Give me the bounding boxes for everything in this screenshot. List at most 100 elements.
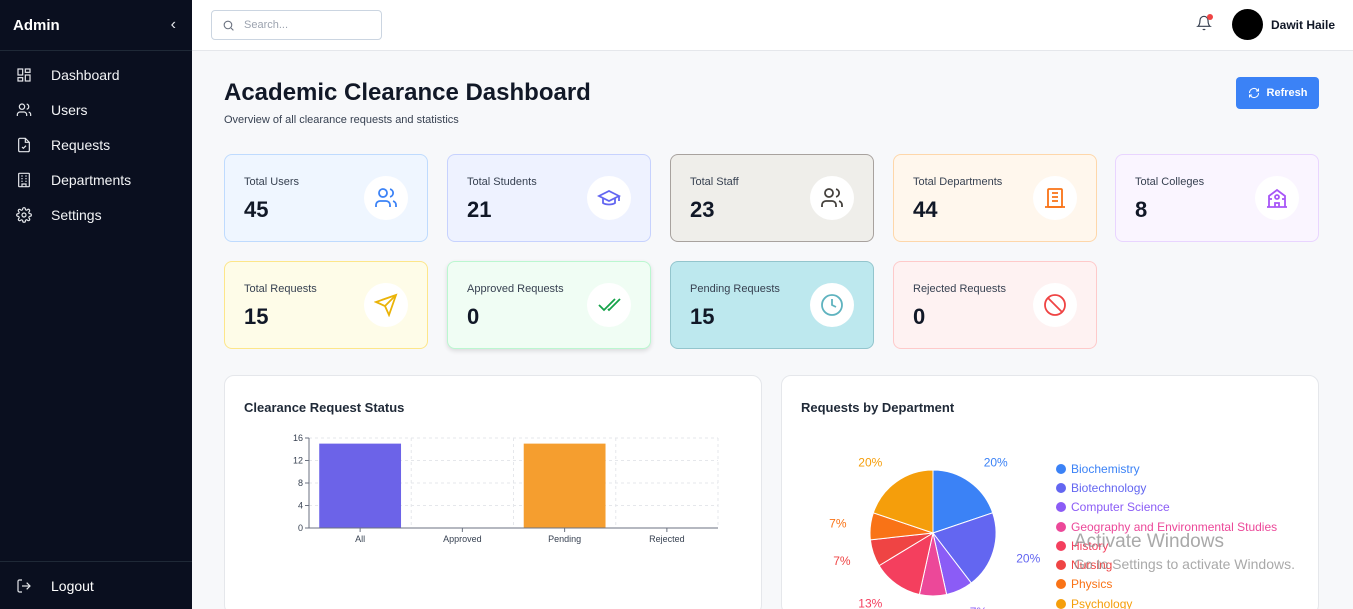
pie-chart: 20%20%7%7%13%7%7%20% bbox=[829, 455, 1040, 609]
notification-button[interactable] bbox=[1196, 14, 1214, 33]
stat-label: Total Users bbox=[244, 176, 300, 188]
legend-label: Psychology bbox=[1071, 596, 1133, 609]
department-chart-panel: Requests by Department 20%20%7%7%13%7%7%… bbox=[781, 375, 1319, 609]
notification-dot bbox=[1207, 14, 1213, 20]
refresh-icon bbox=[1248, 87, 1259, 99]
logout-button[interactable]: Logout bbox=[0, 561, 192, 609]
stat-card-rejected-requests: Rejected Requests 0 bbox=[893, 261, 1097, 349]
sidebar: Admin ‹ Dashboard Users Requests Departm… bbox=[0, 0, 192, 609]
stat-label: Approved Requests bbox=[467, 283, 564, 295]
stat-value: 21 bbox=[467, 197, 492, 222]
stat-label: Rejected Requests bbox=[913, 283, 1006, 295]
stat-label: Total Departments bbox=[913, 176, 1003, 188]
stat-card-total-requests: Total Requests 15 bbox=[224, 261, 428, 349]
bar[interactable] bbox=[319, 443, 402, 528]
x-tick-label: All bbox=[355, 534, 365, 544]
legend-swatch bbox=[1056, 502, 1066, 513]
legend-label: Geography and Environmental Studies bbox=[1071, 519, 1278, 534]
stat-value: 44 bbox=[913, 197, 938, 222]
legend-label: Nursing bbox=[1071, 558, 1113, 573]
building-icon bbox=[1045, 188, 1065, 208]
sidebar-item-label: Settings bbox=[51, 206, 102, 223]
slice-label: 20% bbox=[1016, 551, 1040, 565]
slice-label: 7% bbox=[833, 554, 851, 568]
legend-item[interactable]: Computer Science bbox=[1056, 498, 1277, 517]
sidebar-item-departments[interactable]: Departments bbox=[0, 162, 192, 197]
sidebar-item-label: Dashboard bbox=[51, 66, 120, 83]
refresh-label: Refresh bbox=[1266, 87, 1308, 99]
status-chart-panel: Clearance Request Status 0 4 8 12 16 All Appro… bbox=[224, 375, 762, 609]
users-icon bbox=[821, 188, 843, 207]
legend-item[interactable]: Biotechnology bbox=[1056, 478, 1277, 497]
file-icon bbox=[18, 137, 30, 152]
refresh-button[interactable]: Refresh bbox=[1236, 77, 1319, 109]
x-tick-label: Pending bbox=[548, 534, 581, 544]
stat-card-total-students: Total Students 21 bbox=[447, 154, 651, 242]
bar-chart: 0 4 8 12 16 All Approved Pending Rejected bbox=[293, 433, 719, 544]
page-title: Academic Clearance Dashboard bbox=[224, 79, 591, 106]
stat-value: 0 bbox=[467, 304, 480, 329]
legend-item[interactable]: Physics bbox=[1056, 575, 1277, 594]
ban-icon bbox=[1044, 294, 1066, 316]
y-tick-label: 12 bbox=[293, 456, 303, 466]
stat-value: 15 bbox=[244, 304, 269, 329]
legend-swatch bbox=[1056, 540, 1066, 551]
grid-icon bbox=[17, 67, 31, 82]
stat-value: 15 bbox=[690, 304, 715, 329]
sidebar-title: Admin bbox=[13, 16, 60, 34]
y-tick-label: 4 bbox=[298, 501, 303, 511]
legend-label: Biochemistry bbox=[1071, 461, 1140, 476]
slice-label: 7% bbox=[970, 605, 988, 609]
sidebar-item-users[interactable]: Users bbox=[0, 92, 192, 127]
legend-item[interactable]: Biochemistry bbox=[1056, 459, 1277, 478]
avatar[interactable] bbox=[1232, 9, 1263, 40]
logout-icon bbox=[17, 578, 31, 593]
x-tick-label: Rejected bbox=[649, 534, 685, 544]
gear-icon bbox=[16, 206, 32, 223]
sidebar-item-label: Departments bbox=[51, 171, 132, 188]
sidebar-item-settings[interactable]: Settings bbox=[0, 197, 192, 232]
legend-item[interactable]: Nursing bbox=[1056, 555, 1277, 574]
stat-value: 8 bbox=[1135, 197, 1148, 222]
main-content: Academic Clearance Dashboard Overview of… bbox=[192, 51, 1353, 609]
chevron-left-icon[interactable]: ‹ bbox=[171, 16, 176, 34]
stat-card-total-colleges: Total Colleges 8 bbox=[1115, 154, 1319, 242]
stat-value: 23 bbox=[690, 197, 715, 222]
users-icon bbox=[375, 188, 397, 207]
sidebar-item-dashboard[interactable]: Dashboard bbox=[0, 57, 192, 92]
slice-label: 7% bbox=[829, 517, 847, 531]
stat-value: 45 bbox=[244, 197, 269, 222]
legend-swatch bbox=[1056, 560, 1066, 571]
search-input[interactable] bbox=[244, 19, 364, 31]
chart-legend: Biochemistry Biotechnology Computer Scienc… bbox=[1056, 459, 1277, 609]
stat-label: Total Requests bbox=[244, 283, 317, 295]
sidebar-nav: Dashboard Users Requests Departments Set… bbox=[0, 57, 192, 232]
bar[interactable] bbox=[523, 443, 606, 528]
legend-item[interactable]: Geography and Environmental Studies bbox=[1056, 517, 1277, 536]
users-icon bbox=[16, 102, 32, 116]
search-box[interactable] bbox=[211, 10, 382, 40]
stat-value: 0 bbox=[913, 304, 926, 329]
legend-swatch bbox=[1056, 579, 1066, 590]
legend-item[interactable]: History bbox=[1056, 536, 1277, 555]
legend-item[interactable]: Psychology bbox=[1056, 594, 1277, 609]
stat-card-total-departments: Total Departments 44 bbox=[893, 154, 1097, 242]
stat-label: Total Staff bbox=[690, 176, 739, 188]
clock-icon bbox=[821, 294, 843, 316]
stat-label: Total Colleges bbox=[1135, 176, 1205, 188]
sidebar-header: Admin ‹ bbox=[0, 0, 192, 51]
sidebar-item-requests[interactable]: Requests bbox=[0, 127, 192, 162]
slice-label: 13% bbox=[858, 597, 882, 609]
x-tick-label: Approved bbox=[443, 534, 482, 544]
building-icon bbox=[18, 172, 30, 187]
legend-label: Physics bbox=[1071, 577, 1113, 592]
legend-swatch bbox=[1056, 598, 1066, 609]
stat-label: Pending Requests bbox=[690, 283, 780, 295]
page-subtitle: Overview of all clearance requests and s… bbox=[224, 114, 459, 126]
user-name[interactable]: Dawit Haile bbox=[1271, 18, 1335, 32]
legend-label: Biotechnology bbox=[1071, 480, 1147, 495]
stat-card-pending-requests: Pending Requests 15 bbox=[670, 261, 874, 349]
y-tick-label: 16 bbox=[293, 433, 303, 443]
y-tick-label: 8 bbox=[298, 478, 303, 488]
y-tick-label: 0 bbox=[298, 523, 303, 533]
